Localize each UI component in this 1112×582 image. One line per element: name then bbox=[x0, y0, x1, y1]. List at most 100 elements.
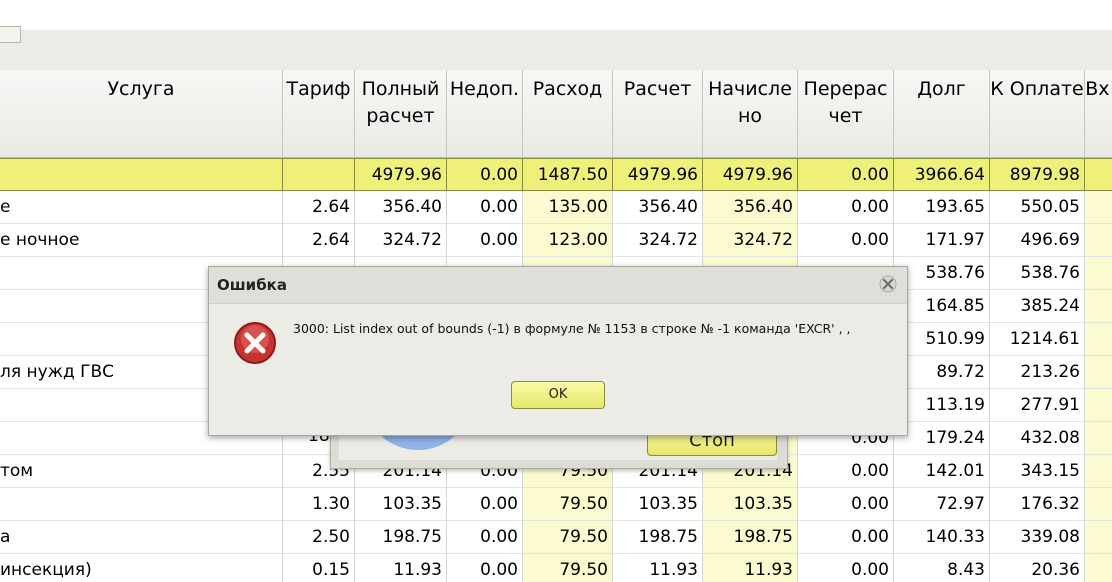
cell-calc: 198.75 bbox=[613, 521, 703, 554]
cell-incoming bbox=[1085, 323, 1112, 356]
cell-name: е ночное bbox=[0, 224, 283, 257]
cell-incoming bbox=[1085, 389, 1112, 422]
cell-name: инсекция) bbox=[0, 554, 283, 582]
cell-consumption: 79.50 bbox=[523, 554, 613, 582]
error-x-icon bbox=[234, 322, 276, 364]
cell-incoming bbox=[1085, 455, 1112, 488]
cell-incoming: 1( bbox=[1085, 158, 1112, 191]
cell-debt: 193.65 bbox=[894, 191, 990, 224]
header-incoming[interactable]: Вх е с bbox=[1085, 70, 1112, 158]
cell-consumption: 1487.50 bbox=[523, 158, 613, 191]
cell-debt: 140.33 bbox=[894, 521, 990, 554]
cell-recalc: 0.00 bbox=[798, 554, 894, 582]
cell-to-pay: 432.08 bbox=[990, 422, 1085, 455]
cell-to-pay: 339.08 bbox=[990, 521, 1085, 554]
close-icon[interactable] bbox=[879, 275, 897, 293]
cell-name: е bbox=[0, 191, 283, 224]
header-debt[interactable]: Долг bbox=[894, 70, 990, 158]
header-name[interactable]: Услуга bbox=[0, 70, 283, 158]
cell-debt: 142.01 bbox=[894, 455, 990, 488]
cell-name bbox=[0, 158, 283, 191]
cell-incoming bbox=[1085, 257, 1112, 290]
header-consumption[interactable]: Расход bbox=[523, 70, 613, 158]
cell-nedop: 0.00 bbox=[447, 488, 523, 521]
error-dialog-title: Ошибка bbox=[217, 276, 287, 294]
header-accrued[interactable]: Начисле но bbox=[703, 70, 798, 158]
header-nedop[interactable]: Недоп. bbox=[447, 70, 523, 158]
cell-consumption: 135.00 bbox=[523, 191, 613, 224]
cell-name: а bbox=[0, 521, 283, 554]
cell-accrued: 198.75 bbox=[703, 521, 798, 554]
header-tarif[interactable]: Тариф bbox=[283, 70, 355, 158]
cell-incoming bbox=[1085, 356, 1112, 389]
cell-to-pay: 550.05 bbox=[990, 191, 1085, 224]
cell-to-pay: 8979.98 bbox=[990, 158, 1085, 191]
cell-full-calc: 4979.96 bbox=[355, 158, 447, 191]
cell-nedop: 0.00 bbox=[447, 191, 523, 224]
toolbar-button-stub[interactable] bbox=[0, 26, 21, 43]
cell-debt: 510.99 bbox=[894, 323, 990, 356]
cell-full-calc: 356.40 bbox=[355, 191, 447, 224]
cell-to-pay: 385.24 bbox=[990, 290, 1085, 323]
cell-to-pay: 1214.61 bbox=[990, 323, 1085, 356]
cell-incoming bbox=[1085, 521, 1112, 554]
cell-debt: 3966.64 bbox=[894, 158, 990, 191]
header-calc[interactable]: Расчет bbox=[613, 70, 703, 158]
cell-full-calc: 103.35 bbox=[355, 488, 447, 521]
cell-recalc: 0.00 bbox=[798, 158, 894, 191]
cell-recalc: 0.00 bbox=[798, 455, 894, 488]
header-full-calc[interactable]: Полный расчет bbox=[355, 70, 447, 158]
cell-accrued: 324.72 bbox=[703, 224, 798, 257]
cell-tarif: 2.50 bbox=[283, 521, 355, 554]
cell-consumption: 79.50 bbox=[523, 521, 613, 554]
cell-recalc: 0.00 bbox=[798, 224, 894, 257]
cell-nedop: 0.00 bbox=[447, 521, 523, 554]
cell-calc: 356.40 bbox=[613, 191, 703, 224]
cell-tarif: 2.64 bbox=[283, 191, 355, 224]
cell-incoming bbox=[1085, 290, 1112, 323]
cell-full-calc: 11.93 bbox=[355, 554, 447, 582]
cell-incoming bbox=[1085, 422, 1112, 455]
cell-debt: 538.76 bbox=[894, 257, 990, 290]
cell-nedop: 0.00 bbox=[447, 554, 523, 582]
cell-tarif: 2.64 bbox=[283, 224, 355, 257]
ok-button[interactable]: OK bbox=[511, 381, 605, 409]
cell-recalc: 0.00 bbox=[798, 521, 894, 554]
cell-to-pay: 538.76 bbox=[990, 257, 1085, 290]
error-message: 3000: List index out of bounds (-1) в фо… bbox=[293, 321, 851, 336]
top-bar bbox=[0, 0, 1112, 30]
cell-recalc: 0.00 bbox=[798, 488, 894, 521]
cell-incoming bbox=[1085, 191, 1112, 224]
cell-tarif: 0.15 bbox=[283, 554, 355, 582]
cell-debt: 171.97 bbox=[894, 224, 990, 257]
cell-debt: 179.24 bbox=[894, 422, 990, 455]
header-to-pay[interactable]: К Оплате bbox=[990, 70, 1085, 158]
cell-incoming bbox=[1085, 224, 1112, 257]
cell-full-calc: 324.72 bbox=[355, 224, 447, 257]
cell-to-pay: 213.26 bbox=[990, 356, 1085, 389]
cell-incoming bbox=[1085, 488, 1112, 521]
cell-nedop: 0.00 bbox=[447, 158, 523, 191]
header-recalc[interactable]: Перерас чет bbox=[798, 70, 894, 158]
cell-debt: 89.72 bbox=[894, 356, 990, 389]
cell-accrued: 103.35 bbox=[703, 488, 798, 521]
cell-tarif: 1.30 bbox=[283, 488, 355, 521]
cell-to-pay: 176.32 bbox=[990, 488, 1085, 521]
cell-to-pay: 20.36 bbox=[990, 554, 1085, 582]
cell-consumption: 79.50 bbox=[523, 488, 613, 521]
cell-accrued: 11.93 bbox=[703, 554, 798, 582]
cell-incoming bbox=[1085, 554, 1112, 582]
toolbar bbox=[0, 30, 1112, 71]
cell-calc: 4979.96 bbox=[613, 158, 703, 191]
cell-debt: 113.19 bbox=[894, 389, 990, 422]
error-dialog: Ошибка 3000: List index out of bounds (-… bbox=[208, 266, 908, 436]
cell-calc: 324.72 bbox=[613, 224, 703, 257]
cell-consumption: 123.00 bbox=[523, 224, 613, 257]
cell-debt: 8.43 bbox=[894, 554, 990, 582]
cell-debt: 164.85 bbox=[894, 290, 990, 323]
cell-tarif bbox=[283, 158, 355, 191]
cell-to-pay: 343.15 bbox=[990, 455, 1085, 488]
error-dialog-titlebar[interactable]: Ошибка bbox=[209, 267, 907, 304]
cell-full-calc: 198.75 bbox=[355, 521, 447, 554]
cell-name bbox=[0, 488, 283, 521]
